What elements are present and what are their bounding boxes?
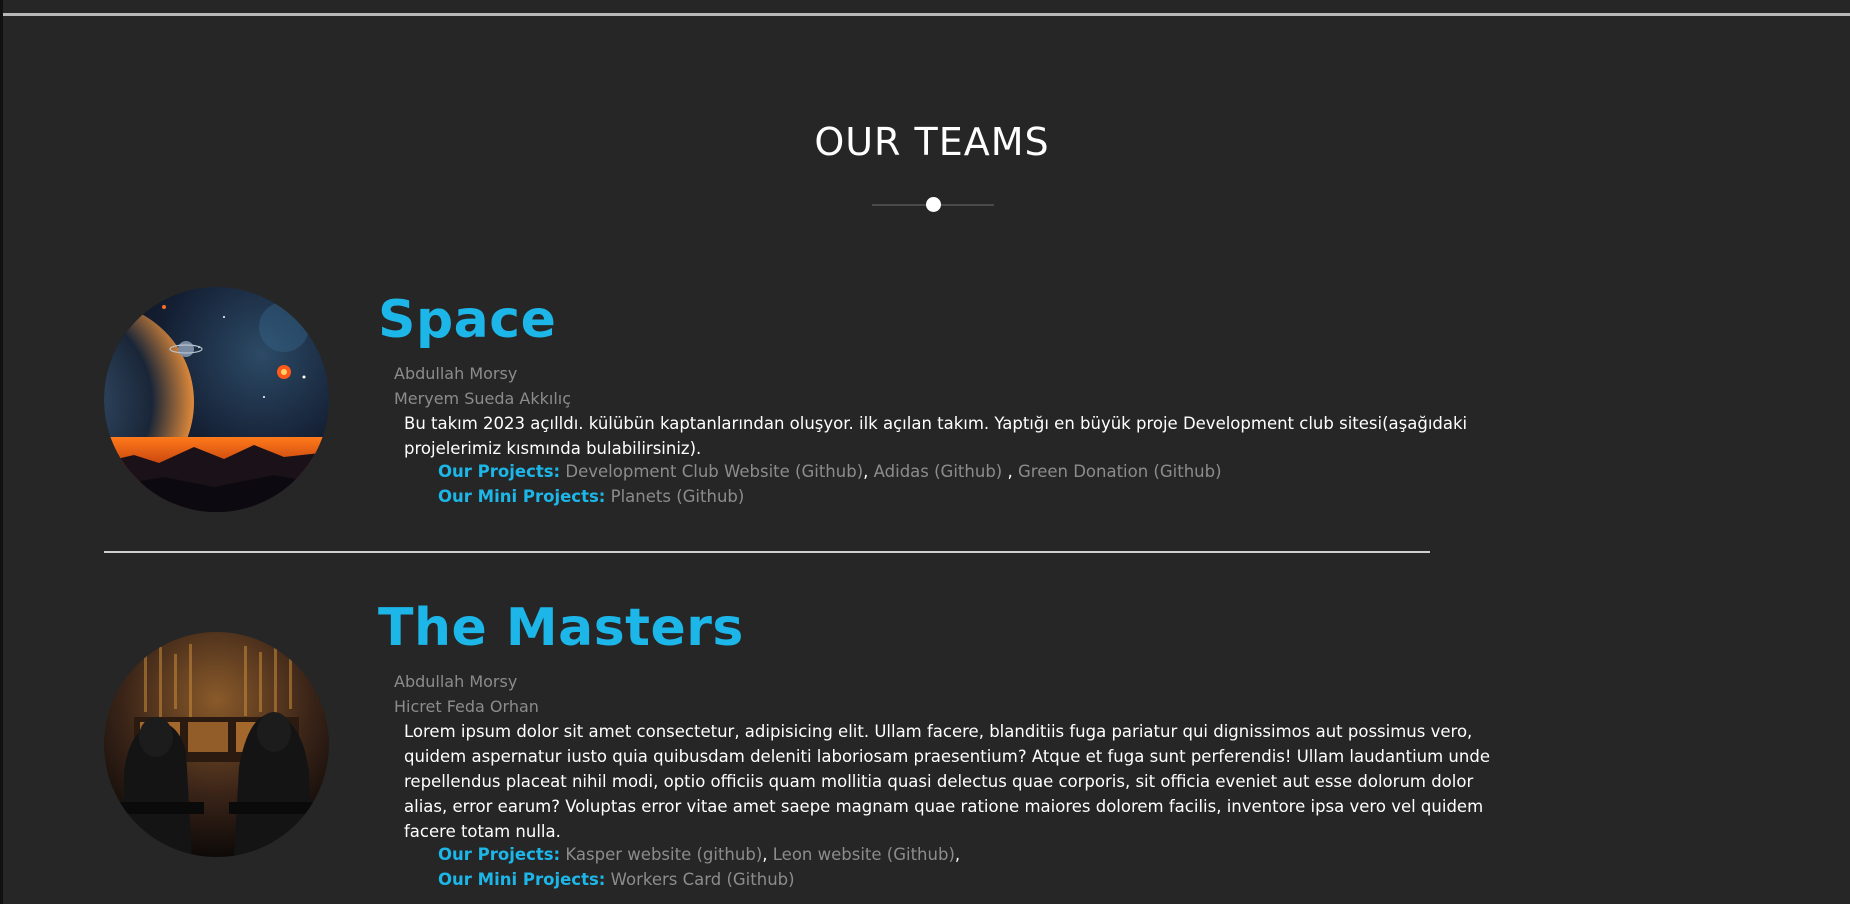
mini-projects-label: Our Mini Projects: [438, 870, 606, 889]
team-separator [104, 551, 1430, 553]
projects-label: Our Projects: [438, 845, 561, 864]
top-border [0, 0, 1850, 16]
section-title: OUR TEAMS [814, 120, 1050, 164]
projects-row: Our Projects: Kasper website (github), L… [438, 845, 961, 864]
project-link[interactable]: Leon website (Github) [773, 845, 955, 864]
space-planet-image [104, 287, 329, 512]
divider-dot [926, 197, 941, 212]
hackers-image [104, 632, 329, 857]
project-link[interactable]: Green Donation (Github) [1018, 462, 1222, 481]
team-member: Meryem Sueda Akkılıç [394, 389, 572, 408]
projects-label: Our Projects: [438, 462, 561, 481]
project-link[interactable]: Kasper website (github) [565, 845, 762, 864]
project-link[interactable]: Adidas (Github) [874, 462, 1008, 481]
mini-projects-label: Our Mini Projects: [438, 487, 606, 506]
projects-row: Our Projects: Development Club Website (… [438, 462, 1222, 481]
team-description: Lorem ipsum dolor sit amet consectetur, … [404, 722, 1490, 841]
mini-projects-row: Our Mini Projects: Workers Card (Github) [438, 870, 795, 889]
team-member: Hicret Feda Orhan [394, 697, 539, 716]
project-link[interactable]: Development Club Website (Github) [565, 462, 863, 481]
team-description: Bu takım 2023 açılldı. külübün kaptanlar… [404, 414, 1468, 458]
mini-project-link[interactable]: Planets (Github) [611, 487, 745, 506]
team-name-the-masters: The Masters [378, 598, 744, 658]
mini-project-link[interactable]: Workers Card (Github) [611, 870, 795, 889]
team-member: Abdullah Morsy [394, 672, 518, 691]
team-member: Abdullah Morsy [394, 364, 518, 383]
mini-projects-row: Our Mini Projects: Planets (Github) [438, 487, 744, 506]
team-name-space: Space [378, 290, 557, 350]
